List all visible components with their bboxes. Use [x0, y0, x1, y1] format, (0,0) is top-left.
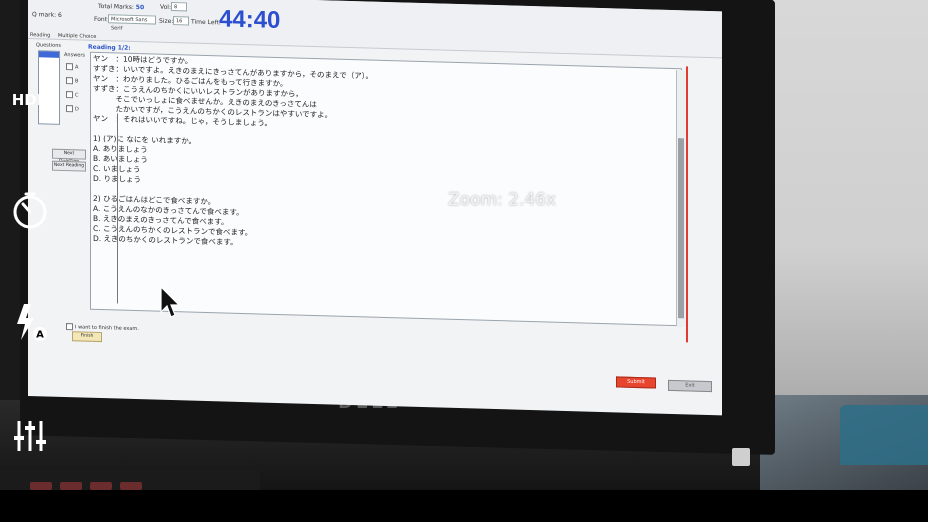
flash-button[interactable]: A [10, 302, 50, 342]
reading-passage-text: ヤン ：10時はどうですか。 すずき：いいですよ。えきのまえにきっさてんがあります… [93, 54, 373, 252]
mouse-cursor-icon [160, 286, 181, 318]
total-marks-label: Total Marks: [98, 2, 134, 11]
vol-stepper[interactable]: 8 [171, 1, 187, 12]
time-left-countdown: 44:40 [219, 5, 281, 35]
teal-object [840, 405, 928, 465]
settings-sliders-icon [14, 421, 46, 451]
tab-multiple-choice[interactable]: Multiple Choice [58, 33, 96, 40]
answer-option-b[interactable]: B [66, 77, 78, 84]
answers-label: Answers [64, 52, 86, 59]
exam-header: Q mark: 6 Total Marks: 50 Vol: 8 Font: M… [28, 0, 722, 59]
checkbox[interactable] [66, 91, 73, 99]
answer-option-a[interactable]: A [66, 63, 78, 70]
answer-option-label: D [75, 106, 79, 113]
question-list-selected[interactable] [39, 51, 59, 58]
exam-screen: Q mark: 6 Total Marks: 50 Vol: 8 Font: M… [28, 0, 722, 416]
monitor-power-button [732, 448, 750, 466]
checkbox[interactable] [66, 323, 73, 331]
keyboard-key [90, 482, 112, 490]
time-left-label: Time Left: [191, 18, 221, 27]
font-select[interactable]: Microsoft Sans Serif [108, 14, 156, 32]
answer-option-d[interactable]: D [66, 105, 79, 112]
text-caret-line [117, 113, 118, 304]
q-mark-label: Q mark: 6 [32, 11, 62, 19]
reading-scrollbar-thumb[interactable] [678, 138, 684, 319]
answer-option-label: A [75, 64, 79, 71]
finish-button[interactable]: Finish [72, 331, 102, 343]
next-question-button[interactable]: Next Question [52, 148, 86, 164]
questions-label: Questions [36, 42, 61, 49]
keyboard-key [120, 482, 142, 490]
camera-bottom-bar [0, 490, 928, 522]
submit-button[interactable]: Submit [616, 376, 656, 389]
total-marks-value: 50 [135, 4, 145, 12]
hdr-toggle[interactable]: HDR [10, 80, 50, 120]
timer-button[interactable] [10, 190, 50, 230]
size-stepper[interactable]: 16 [173, 16, 189, 26]
timer-icon [13, 192, 47, 229]
photo-scene: DELL Q mark: 6 Total Marks: 50 Vol: 8 Fo… [0, 0, 928, 490]
flash-auto-badge: A [36, 330, 44, 341]
checkbox[interactable] [66, 63, 73, 71]
keyboard-key [60, 482, 82, 490]
vol-label: Vol: [160, 3, 171, 11]
size-label: Size: [159, 17, 174, 26]
answer-option-label: C [75, 92, 79, 99]
answer-option-label: B [75, 78, 79, 85]
checkbox[interactable] [66, 77, 73, 85]
flash-auto-icon: A [17, 304, 47, 341]
keyboard-key [30, 482, 52, 490]
tab-reading[interactable]: Reading [30, 32, 50, 39]
next-reading-button[interactable]: Next Reading [52, 160, 86, 172]
total-marks: Total Marks: 50 [98, 3, 144, 11]
reading-title: Reading 1/2: [88, 43, 131, 52]
checkbox[interactable] [66, 105, 73, 113]
exit-button[interactable]: Exit [668, 379, 712, 393]
background-wall [770, 0, 928, 420]
settings-button[interactable] [10, 416, 50, 456]
font-label: Font: [94, 15, 110, 24]
answer-option-c[interactable]: C [66, 91, 79, 98]
red-divider [686, 66, 688, 343]
zoom-level-text: Zoom: 2.46x [448, 190, 557, 210]
